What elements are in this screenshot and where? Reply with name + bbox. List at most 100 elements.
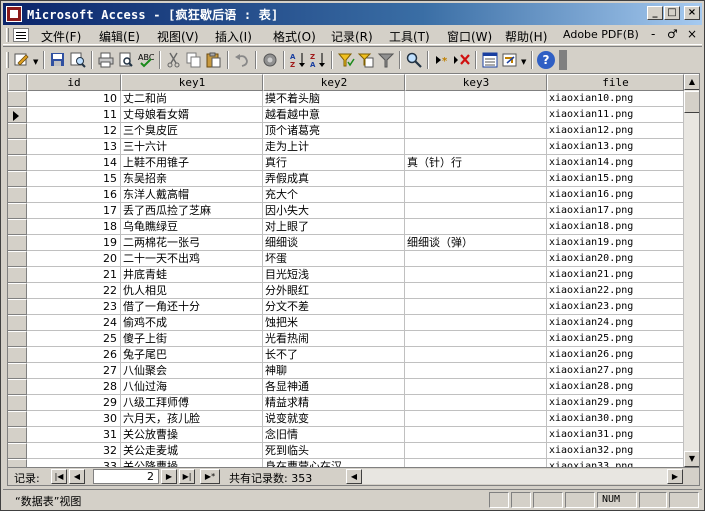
id-cell[interactable]: 31	[27, 427, 121, 443]
file-cell[interactable]: xiaoxian21.png	[547, 267, 684, 283]
insert-object-icon[interactable]	[261, 51, 279, 69]
id-cell[interactable]: 15	[27, 171, 121, 187]
file-cell[interactable]: xiaoxian20.png	[547, 251, 684, 267]
record-selector[interactable]	[8, 395, 27, 411]
id-cell[interactable]: 28	[27, 379, 121, 395]
key2-cell[interactable]: 长不了	[263, 347, 405, 363]
key3-cell[interactable]	[405, 171, 547, 187]
key2-cell[interactable]: 死到临头	[263, 443, 405, 459]
key2-cell[interactable]: 充大个	[263, 187, 405, 203]
database-window-icon[interactable]	[501, 51, 519, 69]
file-cell[interactable]: xiaoxian27.png	[547, 363, 684, 379]
key3-cell[interactable]	[405, 363, 547, 379]
record-selector[interactable]	[8, 411, 27, 427]
id-cell[interactable]: 25	[27, 331, 121, 347]
key3-cell[interactable]: 真（针）行	[405, 155, 547, 171]
id-cell[interactable]: 16	[27, 187, 121, 203]
id-cell[interactable]: 12	[27, 123, 121, 139]
key1-cell[interactable]: 三十六计	[121, 139, 263, 155]
id-cell[interactable]: 18	[27, 219, 121, 235]
title-bar[interactable]: Microsoft Access - [疯狂歇后语 : 表] _ □ ×	[3, 3, 702, 25]
key3-cell[interactable]	[405, 251, 547, 267]
key2-cell[interactable]: 目光短浅	[263, 267, 405, 283]
print-preview-icon[interactable]	[117, 51, 135, 69]
key1-cell[interactable]: 傻子上街	[121, 331, 263, 347]
current-record-field[interactable]: 2	[93, 469, 159, 484]
spelling-icon[interactable]: ABC	[137, 51, 155, 69]
id-column-header[interactable]: id	[27, 74, 121, 91]
key3-cell[interactable]	[405, 187, 547, 203]
key3-cell[interactable]	[405, 283, 547, 299]
menu-tools[interactable]: 工具(T)	[389, 28, 430, 45]
vertical-scrollbar[interactable]: ▲ ▼	[684, 74, 699, 467]
key1-cell[interactable]: 二两棉花一张弓	[121, 235, 263, 251]
key3-cell[interactable]	[405, 123, 547, 139]
menu-adobe-pdf[interactable]: Adobe PDF(B)	[563, 28, 639, 41]
key1-cell[interactable]: 乌龟瞧绿豆	[121, 219, 263, 235]
save-icon[interactable]	[49, 51, 67, 69]
key2-cell[interactable]: 身在曹营心在汉	[263, 459, 405, 467]
file-cell[interactable]: xiaoxian11.png	[547, 107, 684, 123]
key3-cell[interactable]	[405, 347, 547, 363]
next-record-button[interactable]: ▶	[161, 469, 177, 484]
key2-cell[interactable]: 精益求精	[263, 395, 405, 411]
key2-cell[interactable]: 分外眼红	[263, 283, 405, 299]
key1-cell[interactable]: 兔子尾巴	[121, 347, 263, 363]
id-cell[interactable]: 22	[27, 283, 121, 299]
file-cell[interactable]: xiaoxian15.png	[547, 171, 684, 187]
key3-cell[interactable]	[405, 443, 547, 459]
key2-cell[interactable]: 神聊	[263, 363, 405, 379]
key3-cell[interactable]	[405, 219, 547, 235]
record-selector[interactable]	[8, 139, 27, 155]
delete-record-icon[interactable]	[453, 51, 471, 69]
key3-cell[interactable]	[405, 91, 547, 107]
record-selector[interactable]	[8, 91, 27, 107]
id-cell[interactable]: 21	[27, 267, 121, 283]
id-cell[interactable]: 19	[27, 235, 121, 251]
key1-cell[interactable]: 六月天，孩儿脸	[121, 411, 263, 427]
record-selector[interactable]	[8, 443, 27, 459]
key3-cell[interactable]	[405, 411, 547, 427]
filter-by-form-icon[interactable]	[357, 51, 375, 69]
doc-restore-button[interactable]: ♂	[667, 27, 678, 41]
copy-icon[interactable]	[185, 51, 203, 69]
paste-icon[interactable]	[205, 51, 223, 69]
key3-cell[interactable]	[405, 379, 547, 395]
menu-records[interactable]: 记录(R)	[331, 28, 373, 45]
doc-close-button[interactable]: ×	[687, 27, 697, 41]
sort-descending-icon[interactable]: ZA	[309, 51, 327, 69]
last-record-button[interactable]: ▶|	[179, 469, 195, 484]
first-record-button[interactable]: |◀	[51, 469, 67, 484]
new-record-nav-button[interactable]: ▶*	[200, 469, 220, 484]
file-cell[interactable]: xiaoxian17.png	[547, 203, 684, 219]
record-selector[interactable]	[8, 235, 27, 251]
menu-view[interactable]: 视图(V)	[157, 28, 199, 45]
key3-cell[interactable]	[405, 139, 547, 155]
filter-by-selection-icon[interactable]	[337, 51, 355, 69]
new-object-dropdown-arrow[interactable]: ▼	[521, 58, 526, 66]
id-cell[interactable]: 24	[27, 315, 121, 331]
key1-cell[interactable]: 关公降曹操	[121, 459, 263, 467]
file-cell[interactable]: xiaoxian23.png	[547, 299, 684, 315]
key2-cell[interactable]: 走为上计	[263, 139, 405, 155]
key2-cell[interactable]: 各显神通	[263, 379, 405, 395]
record-selector[interactable]	[8, 219, 27, 235]
file-cell[interactable]: xiaoxian16.png	[547, 187, 684, 203]
id-cell[interactable]: 29	[27, 395, 121, 411]
key1-cell[interactable]: 偷鸡不成	[121, 315, 263, 331]
print-icon[interactable]	[97, 51, 115, 69]
search-file-icon[interactable]	[69, 51, 87, 69]
key3-cell[interactable]	[405, 331, 547, 347]
id-cell[interactable]: 27	[27, 363, 121, 379]
file-cell[interactable]: xiaoxian24.png	[547, 315, 684, 331]
key3-column-header[interactable]: key3	[405, 74, 547, 91]
file-cell[interactable]: xiaoxian28.png	[547, 379, 684, 395]
menu-edit[interactable]: 编辑(E)	[99, 28, 140, 45]
key1-cell[interactable]: 八级工拜师傅	[121, 395, 263, 411]
properties-icon[interactable]	[481, 51, 499, 69]
file-cell[interactable]: xiaoxian13.png	[547, 139, 684, 155]
file-cell[interactable]: xiaoxian22.png	[547, 283, 684, 299]
key1-cell[interactable]: 丢了西瓜捡了芝麻	[121, 203, 263, 219]
key1-cell[interactable]: 东洋人戴高帽	[121, 187, 263, 203]
minimize-button[interactable]: _	[647, 6, 663, 20]
